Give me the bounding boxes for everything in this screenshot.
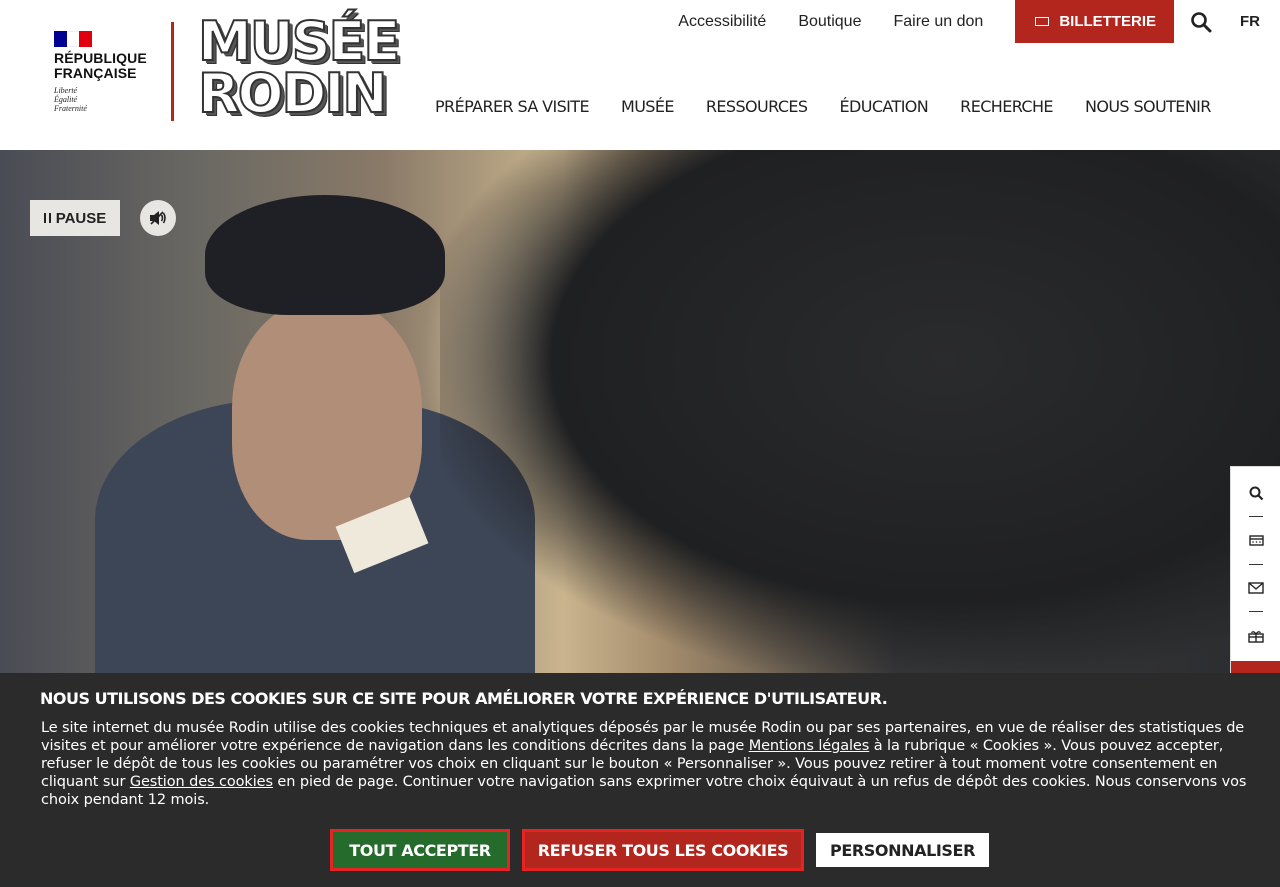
main-navigation: PRÉPARER SA VISITE MUSÉE RESSOURCES ÉDUC… [435,97,1243,116]
cookie-title: NOUS UTILISONS DES COOKIES SUR CE SITE P… [40,689,888,708]
language-selector[interactable]: FR [1240,13,1260,30]
nav-item-recherche[interactable]: RECHERCHE [960,97,1053,116]
motto-line3: Fraternité [54,104,87,113]
top-utility-bar: Accessibilité Boutique Faire un don BILL… [678,0,1280,43]
calendar-icon [1248,535,1264,546]
republique-francaise-logo[interactable]: RÉPUBLIQUE FRANÇAISE Liberté Égalité Fra… [54,31,154,113]
motto-line2: Égalité [54,95,78,104]
search-icon[interactable] [1190,11,1212,33]
republique-name-line2: FRANÇAISE [54,65,137,81]
cookie-banner: NOUS UTILISONS DES COOKIES SUR CE SITE P… [0,673,1280,887]
refuse-all-button[interactable]: REFUSER TOUS LES COOKIES [522,829,804,871]
tool-separator [1249,611,1263,612]
side-gift-button[interactable] [1231,613,1280,659]
search-icon [1249,486,1263,500]
pause-button[interactable]: PAUSE [30,200,120,236]
side-newsletter-button[interactable] [1231,565,1280,611]
republique-name-line1: RÉPUBLIQUE [54,50,147,66]
french-flag-icon [54,31,93,47]
cookie-management-link[interactable]: Gestion des cookies [130,774,273,790]
sound-toggle-button[interactable] [140,200,176,236]
ticketing-button[interactable]: BILLETTERIE [1015,0,1174,43]
cookie-actions: TOUT ACCEPTER REFUSER TOUS LES COOKIES P… [330,829,989,871]
sound-on-icon [150,211,166,225]
motto-line1: Liberté [54,86,78,95]
nav-item-ressources[interactable]: RESSOURCES [706,97,808,116]
legal-notice-link[interactable]: Mentions légales [749,738,870,754]
page: RÉPUBLIQUE FRANÇAISE Liberté Égalité Fra… [0,0,1280,887]
nav-item-education[interactable]: ÉDUCATION [840,97,929,116]
pause-label: PAUSE [55,209,107,227]
header-divider [171,22,174,121]
mail-icon [1248,582,1264,594]
donate-link[interactable]: Faire un don [893,13,983,31]
hero-video [0,150,1280,673]
ticket-icon [1035,17,1050,26]
nav-item-nous-soutenir[interactable]: NOUS SOUTENIR [1085,97,1211,116]
logo-line1: MUSÉE [197,10,401,73]
nav-item-musee[interactable]: MUSÉE [621,97,675,116]
logo-line2: RODIN [197,62,389,125]
ticketing-label: BILLETTERIE [1059,13,1156,30]
hero-sculpture-shadow [440,150,1280,673]
pause-icon [43,213,51,223]
cookie-description: Le site internet du musée Rodin utilise … [41,719,1261,809]
side-toolbar [1230,466,1280,674]
gift-icon [1248,630,1264,643]
shop-link[interactable]: Boutique [798,13,861,31]
side-search-button[interactable] [1231,470,1280,516]
republique-name: RÉPUBLIQUE FRANÇAISE [54,51,154,81]
site-header: RÉPUBLIQUE FRANÇAISE Liberté Égalité Fra… [0,0,1280,150]
customize-button[interactable]: PERSONNALISER [816,833,989,867]
accept-all-button[interactable]: TOUT ACCEPTER [330,829,510,871]
republique-motto: Liberté Égalité Fraternité [54,86,154,113]
hero-person-beret [205,195,445,315]
musee-rodin-logo[interactable]: MUSÉE RODIN [197,10,418,126]
side-agenda-button[interactable] [1231,517,1280,563]
nav-item-preparer-visite[interactable]: PRÉPARER SA VISITE [435,97,590,116]
accessibility-link[interactable]: Accessibilité [678,13,766,31]
